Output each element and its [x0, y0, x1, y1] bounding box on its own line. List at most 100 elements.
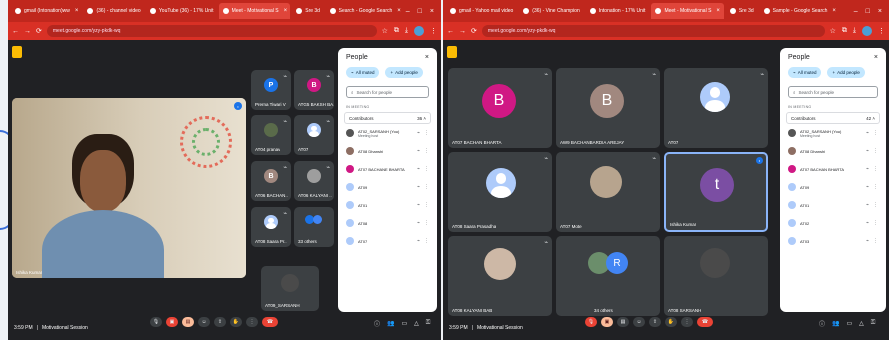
participant-row[interactable]: AT01 ⌁ ⋮ — [780, 196, 886, 214]
chat-icon[interactable]: ▭ — [847, 320, 853, 327]
active-speaker-tile[interactable]: • t Ishika Kumar — [664, 152, 768, 232]
participant-row[interactable]: AT08 ⌁ ⋮ — [338, 214, 437, 232]
more-options-icon[interactable]: ⋮ — [424, 130, 429, 136]
emoji-button[interactable]: ☺ — [633, 317, 645, 327]
bookmark-star-icon[interactable]: ☆ — [382, 27, 388, 35]
more-options-button[interactable]: ⋮ — [246, 317, 258, 327]
lock-icon[interactable]: ⚿ — [426, 320, 431, 327]
back-icon[interactable]: ← — [12, 28, 19, 35]
more-options-icon[interactable]: ⋮ — [424, 202, 429, 208]
participant-row[interactable]: AT07 BACHAN BHARTA ⌁ ⋮ — [780, 160, 886, 178]
more-menu-icon[interactable]: ⋮ — [878, 27, 885, 35]
more-options-icon[interactable]: ⋮ — [424, 166, 429, 172]
close-icon[interactable]: × — [874, 54, 878, 61]
mic-off-icon[interactable]: ⌁ — [866, 202, 869, 208]
close-icon[interactable]: × — [397, 8, 401, 14]
participant-tile[interactable]: ⌁ AT07 — [664, 68, 768, 148]
main-speaker-tile[interactable]: • Ishika Kumar — [12, 98, 246, 278]
forward-icon[interactable]: → — [24, 28, 31, 35]
captions-button[interactable]: ▤ — [182, 317, 194, 327]
participant-tile[interactable]: ⌁ B ATG5 BAKSH BA.. — [294, 70, 334, 110]
participant-tile[interactable]: ⌁ AT08 Saara Prasadha — [448, 152, 552, 232]
mic-off-icon[interactable]: ⌁ — [417, 202, 420, 208]
participant-tile[interactable]: ⌁ AT06 KALYANI .. — [294, 161, 334, 201]
mic-off-icon[interactable]: ⌁ — [866, 220, 869, 226]
download-icon[interactable]: ⤓ — [405, 27, 408, 35]
mic-off-icon[interactable]: ⌁ — [866, 238, 869, 244]
url-field[interactable]: meet.google.com/yzy-pkdk-wq — [481, 25, 825, 37]
mic-off-icon[interactable]: ⌁ — [417, 184, 420, 190]
mic-off-icon[interactable]: ⌁ — [417, 166, 420, 172]
more-options-icon[interactable]: ⋮ — [873, 238, 878, 244]
emoji-button[interactable]: ☺ — [198, 317, 210, 327]
camera-toggle-button[interactable]: ▣ — [601, 317, 613, 327]
lock-icon[interactable]: ⚿ — [871, 320, 876, 327]
people-search-input[interactable]: ⌕ Search for people — [346, 86, 429, 98]
self-view-tile[interactable]: AT08 SARSANH — [664, 236, 768, 316]
more-options-icon[interactable]: ⋮ — [873, 220, 878, 226]
participant-row[interactable]: AT07 ⌁ ⋮ — [338, 232, 437, 250]
close-icon[interactable]: × — [425, 54, 429, 61]
participant-tile[interactable]: ⌁ B AW9 BACHANBARDIA AREJAY — [556, 68, 660, 148]
contributors-group[interactable]: Contributors 36 ˄ — [344, 112, 431, 124]
participant-tile[interactable]: ⌁ B AT06 BACHAN.. — [251, 161, 291, 201]
more-options-icon[interactable]: ⋮ — [873, 130, 878, 136]
add-people-button[interactable]: + Add people — [827, 67, 865, 78]
participant-row[interactable]: AT01 ⌁ ⋮ — [338, 196, 437, 214]
participant-tile[interactable]: ⌁ P Prerna Tiwari V — [251, 70, 291, 110]
all-muted-button[interactable]: ⌁ All muted — [788, 67, 822, 78]
chat-icon[interactable]: ▭ — [402, 320, 408, 327]
participant-row[interactable]: AT02 ⌁ ⋮ — [780, 214, 886, 232]
people-icon[interactable]: 👥 — [387, 320, 394, 327]
tab-4[interactable]: Sre 3d — [726, 3, 758, 19]
more-options-icon[interactable]: ⋮ — [424, 220, 429, 226]
mic-toggle-button[interactable]: 🎙 — [585, 317, 597, 327]
profile-avatar[interactable] — [414, 26, 424, 36]
activities-icon[interactable]: △ — [414, 320, 419, 327]
minimize-icon[interactable]: – — [406, 8, 410, 15]
more-menu-icon[interactable]: ⋮ — [430, 27, 437, 35]
tab-4[interactable]: Sre 3d — [292, 3, 323, 19]
participant-row[interactable]: AT09 ⌁ ⋮ — [780, 178, 886, 196]
bookmark-star-icon[interactable]: ☆ — [830, 27, 836, 35]
activities-icon[interactable]: △ — [859, 320, 864, 327]
mic-off-icon[interactable]: ⌁ — [866, 148, 869, 154]
leave-call-button[interactable]: ☎ — [697, 317, 713, 327]
close-icon[interactable]: × — [284, 8, 288, 14]
participant-row[interactable]: AT02_SARSANH (You) Meeting host ⌁ ⋮ — [338, 124, 437, 142]
tab-5[interactable]: Sample - Google Search × — [760, 3, 840, 19]
info-icon[interactable]: ⓘ — [374, 319, 380, 328]
participant-row[interactable]: AT08 Dhanshi ⌁ ⋮ — [338, 142, 437, 160]
present-button[interactable]: ⇪ — [649, 317, 661, 327]
participant-tile[interactable]: ⌁ B AT07 BACHAN BHARTA — [448, 68, 552, 148]
download-icon[interactable]: ⤓ — [853, 27, 856, 35]
people-icon[interactable]: 👥 — [832, 320, 839, 327]
extensions-icon[interactable]: ⧉ — [394, 27, 399, 35]
more-options-icon[interactable]: ⋮ — [424, 184, 429, 190]
mic-off-icon[interactable]: ⌁ — [417, 220, 420, 226]
tab-1[interactable]: (36) - channel video — [83, 3, 143, 19]
more-options-icon[interactable]: ⋮ — [873, 202, 878, 208]
back-icon[interactable]: ← — [447, 28, 454, 35]
add-people-button[interactable]: + Add people — [385, 67, 423, 78]
more-options-icon[interactable]: ⋮ — [873, 184, 878, 190]
tab-2[interactable]: Intonation - 17% Unit — [586, 3, 650, 19]
more-options-button[interactable]: ⋮ — [681, 317, 693, 327]
more-options-icon[interactable]: ⋮ — [424, 238, 429, 244]
more-options-icon[interactable]: ⋮ — [873, 148, 878, 154]
tab-3[interactable]: Meet - Motivational S × — [218, 3, 291, 19]
reload-icon[interactable]: ⟳ — [471, 27, 477, 35]
mic-off-icon[interactable]: ⌁ — [417, 238, 420, 244]
participant-tile[interactable]: ⌁ AT08 KALYANI BAB — [448, 236, 552, 316]
profile-avatar[interactable] — [862, 26, 872, 36]
participant-tile[interactable]: ⌁ AT04 pranav — [251, 115, 291, 155]
url-field[interactable]: meet.google.com/yzy-pkdk-wq — [46, 25, 377, 37]
tab-5[interactable]: Search - Google Search × — [326, 3, 404, 19]
people-search-input[interactable]: ⌕ Search for people — [788, 86, 878, 98]
extensions-icon[interactable]: ⧉ — [842, 27, 847, 35]
others-tile[interactable]: 33 others — [294, 207, 334, 247]
self-view-tile[interactable]: AT09_SARSANH — [261, 266, 319, 311]
tab-3[interactable]: Meet - Motivational S × — [651, 3, 724, 19]
tab-0[interactable]: gmail - Yahoo mail video — [446, 3, 517, 19]
mic-off-icon[interactable]: ⌁ — [417, 130, 420, 136]
